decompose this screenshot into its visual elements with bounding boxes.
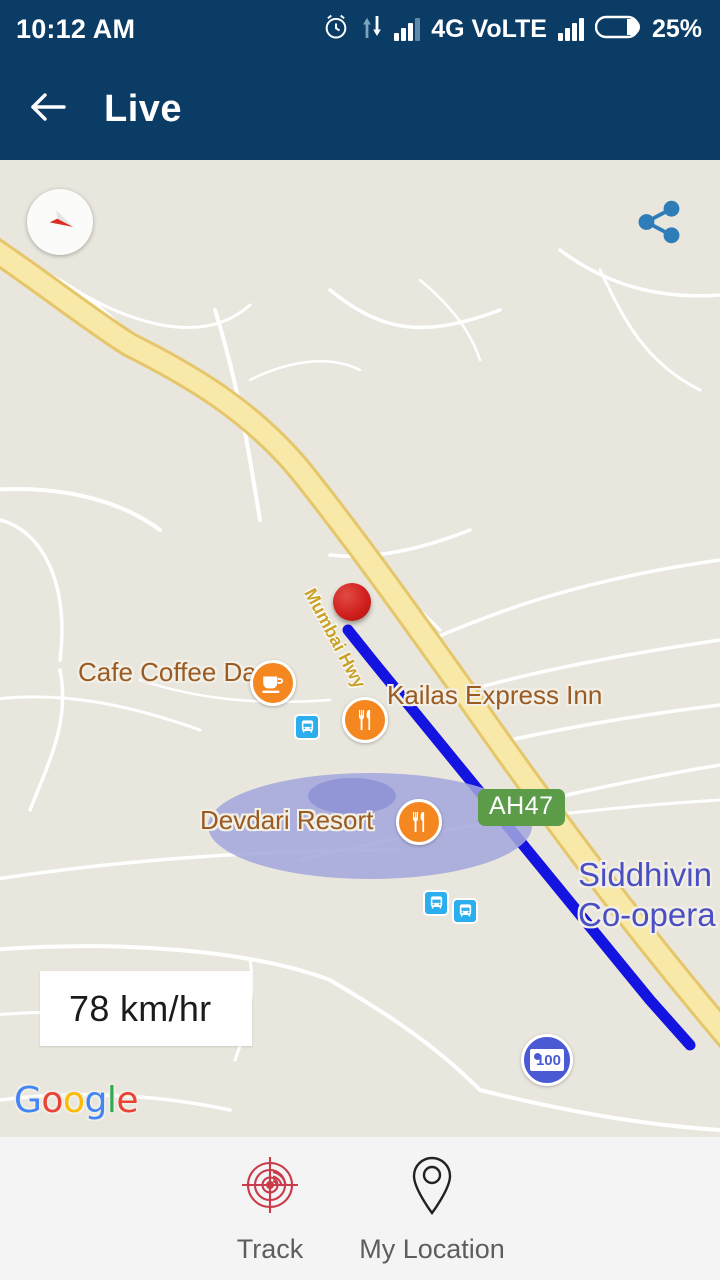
status-bar: 10:12 AM 4G VoLTE 25% [0, 0, 720, 58]
phone-screen: 10:12 AM 4G VoLTE 25% Live Mumbai Hwy Ca… [0, 0, 720, 1280]
restaurant-icon-devdari[interactable] [396, 799, 442, 845]
speed-box: 78 km/hr [40, 971, 252, 1046]
coffee-cup-icon[interactable] [250, 660, 296, 706]
bus-stop-icon-2[interactable] [423, 890, 449, 916]
bottom-action-bar: Track My Location [0, 1137, 720, 1280]
share-button[interactable] [630, 195, 688, 253]
map-pin-icon [402, 1153, 462, 1222]
signal-bars-icon-sim1 [394, 17, 421, 41]
page-title: Live [104, 87, 183, 130]
location-accuracy-inner [308, 778, 396, 814]
radar-target-icon [238, 1153, 302, 1222]
map-view[interactable]: Mumbai Hwy Cafe Coffee Day Kailas Expres… [0, 160, 720, 1137]
battery-icon [594, 15, 641, 44]
highway-shield-ah47[interactable]: AH47 [478, 789, 565, 826]
banknote-icon: 100 [530, 1049, 564, 1071]
my-location-button[interactable]: My Location [337, 1153, 527, 1265]
track-button-label: Track [236, 1234, 304, 1264]
speed-value: 78 km/hr [69, 987, 212, 1029]
app-bar: Live [0, 58, 720, 160]
battery-percent-label: 25% [651, 14, 702, 43]
status-clock: 10:12 AM [16, 13, 136, 44]
status-icons-group: 4G VoLTE 25% [322, 13, 702, 46]
data-transfer-icon [361, 14, 383, 45]
bus-stop-icon-3[interactable] [452, 898, 478, 924]
signal-bars-icon-sim2 [557, 17, 584, 41]
bank-poi-icon[interactable]: 100 [521, 1034, 573, 1086]
restaurant-icon-kailas[interactable] [342, 697, 388, 743]
my-location-button-label: My Location [359, 1234, 505, 1264]
bus-stop-icon-1[interactable] [294, 714, 320, 740]
back-button[interactable] [0, 58, 96, 160]
current-location-marker[interactable] [333, 583, 371, 621]
alarm-icon [322, 13, 350, 46]
compass-needle-icon [40, 200, 80, 245]
share-icon [634, 197, 684, 252]
network-type-label: 4G VoLTE [431, 14, 547, 43]
compass-button[interactable] [27, 189, 93, 255]
banknote-value: 100 [535, 1051, 561, 1069]
back-arrow-icon [26, 87, 70, 132]
